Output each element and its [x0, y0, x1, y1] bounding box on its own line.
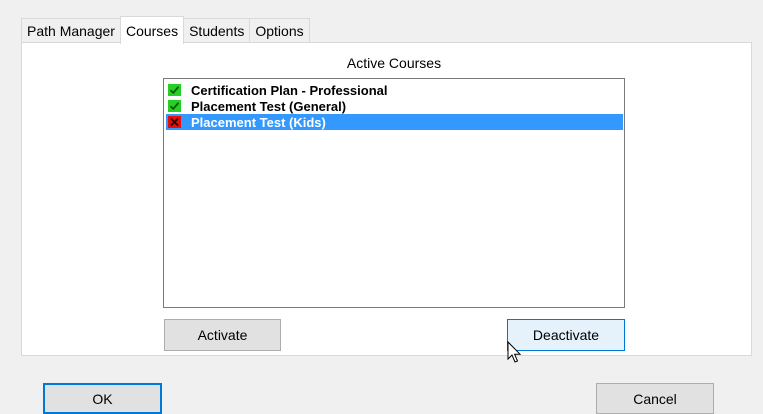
active-courses-heading: Active Courses	[346, 55, 442, 71]
list-item[interactable]: Certification Plan - Professional	[166, 82, 623, 98]
tab-label: Path Manager	[27, 23, 115, 39]
check-icon	[168, 100, 181, 112]
tab-courses[interactable]: Courses	[119, 16, 185, 44]
courses-tab-page: Active Courses Certification Plan - Prof…	[21, 42, 752, 356]
cancel-button[interactable]: Cancel	[596, 383, 714, 414]
active-courses-list[interactable]: Certification Plan - Professional Placem…	[163, 78, 625, 308]
tab-students[interactable]: Students	[183, 18, 251, 43]
ok-button[interactable]: OK	[43, 383, 162, 414]
course-label: Certification Plan - Professional	[191, 82, 388, 98]
tab-strip: Path Manager Courses Students Options	[21, 16, 310, 44]
tab-path-manager[interactable]: Path Manager	[21, 18, 121, 43]
tab-label: Courses	[125, 22, 179, 39]
tab-options[interactable]: Options	[249, 18, 310, 43]
course-label: Placement Test (Kids)	[191, 114, 326, 130]
course-label: Placement Test (General)	[191, 98, 347, 114]
activate-button[interactable]: Activate	[164, 319, 281, 351]
tab-label: Options	[255, 23, 304, 39]
deactivate-button[interactable]: Deactivate	[507, 319, 625, 351]
course-manager-dialog: Path Manager Courses Students Options Ac…	[0, 0, 763, 414]
check-icon	[168, 84, 181, 96]
list-item[interactable]: Placement Test (Kids)	[166, 114, 623, 130]
tab-label: Students	[189, 23, 245, 39]
cross-icon	[168, 116, 181, 128]
list-item[interactable]: Placement Test (General)	[166, 98, 623, 114]
